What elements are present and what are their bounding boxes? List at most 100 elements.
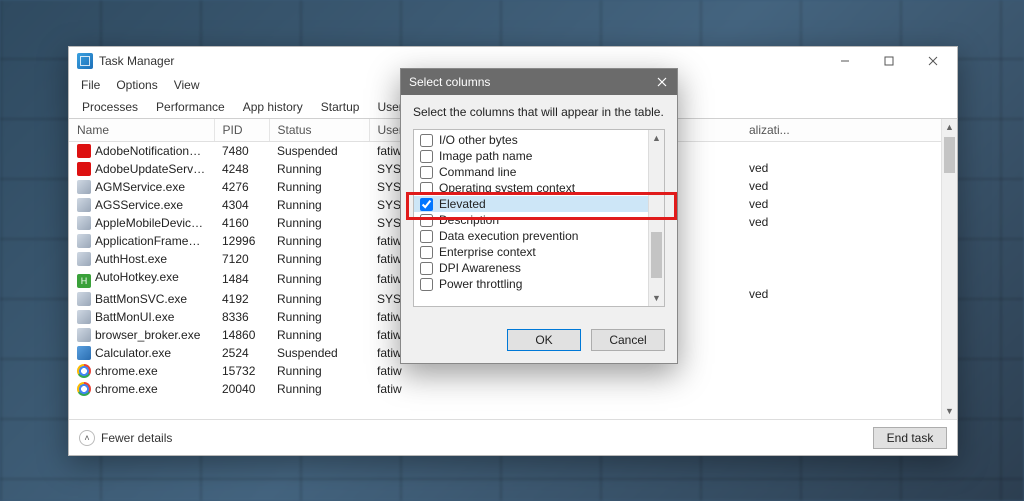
process-status: Running (269, 308, 369, 326)
scroll-thumb[interactable] (651, 232, 662, 278)
menu-file[interactable]: File (75, 77, 106, 93)
ok-button[interactable]: OK (507, 329, 581, 351)
process-pid: 4192 (214, 290, 269, 308)
process-status: Running (269, 380, 369, 398)
process-pid: 2524 (214, 344, 269, 362)
col-header-pid[interactable]: PID (214, 119, 269, 142)
column-option[interactable]: Elevated (414, 196, 648, 212)
tab-processes[interactable]: Processes (73, 96, 147, 118)
partial-column-header: alizati... (749, 123, 790, 137)
tab-performance[interactable]: Performance (147, 96, 234, 118)
fewer-details-label: Fewer details (101, 431, 172, 445)
process-icon (77, 198, 91, 212)
column-checkbox[interactable] (420, 278, 433, 291)
process-status: Running (269, 326, 369, 344)
process-pid: 8336 (214, 308, 269, 326)
partial-cell: ved (749, 161, 768, 175)
dialog-close-button[interactable] (647, 69, 677, 95)
column-option-label: Command line (439, 165, 516, 179)
process-status: Running (269, 268, 369, 290)
col-header-name[interactable]: Name (69, 119, 214, 142)
process-status: Running (269, 178, 369, 196)
process-name: AdobeUpdateService... (95, 162, 214, 176)
process-icon (77, 346, 91, 360)
column-checkbox[interactable] (420, 134, 433, 147)
column-option[interactable]: DPI Awareness (414, 260, 648, 276)
column-option[interactable]: Enterprise context (414, 244, 648, 260)
cancel-button[interactable]: Cancel (591, 329, 665, 351)
column-option-label: Elevated (439, 197, 486, 211)
table-row[interactable]: chrome.exe20040Runningfatiw (69, 380, 957, 398)
column-option[interactable]: Command line (414, 164, 648, 180)
column-checkbox[interactable] (420, 246, 433, 259)
tab-startup[interactable]: Startup (312, 96, 369, 118)
column-option[interactable]: I/O other bytes (414, 132, 648, 148)
scroll-up-icon[interactable]: ▲ (649, 130, 664, 146)
columns-scrollbar[interactable]: ▲ ▼ (648, 130, 664, 306)
process-name: BattMonUI.exe (95, 310, 174, 324)
process-name: AGSService.exe (95, 198, 183, 212)
scroll-thumb[interactable] (944, 137, 955, 173)
column-checkbox[interactable] (420, 262, 433, 275)
process-pid: 7480 (214, 142, 269, 161)
table-row[interactable]: chrome.exe15732Runningfatiw (69, 362, 957, 380)
column-option[interactable]: Data execution prevention (414, 228, 648, 244)
process-icon (77, 292, 91, 306)
process-pid: 7120 (214, 250, 269, 268)
column-option[interactable]: Power throttling (414, 276, 648, 292)
maximize-button[interactable] (867, 47, 911, 75)
column-option-label: I/O other bytes (439, 133, 518, 147)
process-icon (77, 144, 91, 158)
process-name: AdobeNotificationCli... (95, 144, 213, 158)
dialog-instruction: Select the columns that will appear in t… (413, 105, 665, 119)
process-icon (77, 328, 91, 342)
process-icon: H (77, 274, 91, 288)
menu-options[interactable]: Options (110, 77, 163, 93)
chevron-up-icon: ˄ (79, 430, 95, 446)
dialog-titlebar[interactable]: Select columns (401, 69, 677, 95)
column-option[interactable]: Image path name (414, 148, 648, 164)
tab-app-history[interactable]: App history (234, 96, 312, 118)
process-name: Calculator.exe (95, 346, 171, 360)
process-pid: 4160 (214, 214, 269, 232)
menu-view[interactable]: View (168, 77, 206, 93)
column-checkbox[interactable] (420, 214, 433, 227)
column-option[interactable]: Operating system context (414, 180, 648, 196)
column-checkbox[interactable] (420, 182, 433, 195)
column-option-label: Enterprise context (439, 245, 536, 259)
end-task-button[interactable]: End task (873, 427, 947, 449)
process-status: Running (269, 232, 369, 250)
scroll-down-icon[interactable]: ▼ (649, 290, 664, 306)
fewer-details-toggle[interactable]: ˄ Fewer details (79, 430, 172, 446)
column-checkbox[interactable] (420, 166, 433, 179)
scroll-up-icon[interactable]: ▲ (942, 119, 957, 135)
process-pid: 4276 (214, 178, 269, 196)
col-header-status[interactable]: Status (269, 119, 369, 142)
column-checkbox[interactable] (420, 150, 433, 163)
column-option-label: DPI Awareness (439, 261, 521, 275)
scroll-down-icon[interactable]: ▼ (942, 403, 957, 419)
process-icon (77, 364, 91, 378)
process-name: AppleMobileDeviceS... (95, 216, 214, 230)
grid-scrollbar[interactable]: ▲ ▼ (941, 119, 957, 419)
process-name: chrome.exe (95, 364, 158, 378)
process-name: chrome.exe (95, 382, 158, 396)
close-button[interactable] (911, 47, 955, 75)
column-option-label: Data execution prevention (439, 229, 578, 243)
process-pid: 15732 (214, 362, 269, 380)
process-pid: 4248 (214, 160, 269, 178)
process-pid: 12996 (214, 232, 269, 250)
app-icon (77, 53, 93, 69)
process-name: AutoHotkey.exe (95, 270, 179, 284)
column-option[interactable]: Description (414, 212, 648, 228)
process-pid: 1484 (214, 268, 269, 290)
process-pid: 14860 (214, 326, 269, 344)
minimize-button[interactable] (823, 47, 867, 75)
column-checkbox[interactable] (420, 198, 433, 211)
partial-cell: ved (749, 287, 768, 301)
column-checkbox[interactable] (420, 230, 433, 243)
columns-listbox[interactable]: I/O other bytesImage path nameCommand li… (413, 129, 665, 307)
process-status: Running (269, 362, 369, 380)
column-option-label: Operating system context (439, 181, 575, 195)
process-status: Running (269, 250, 369, 268)
